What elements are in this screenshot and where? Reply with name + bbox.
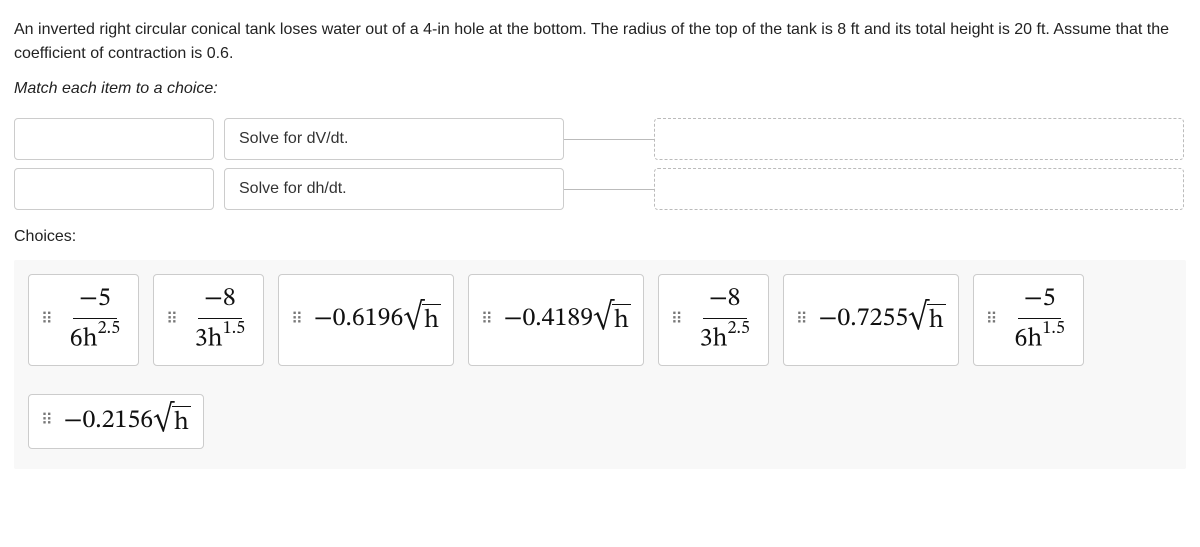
connector-line: [564, 189, 654, 190]
choice-math-sqrt: −0.4189√h: [504, 301, 631, 338]
choice-math-frac: −5 6h1.5: [1008, 283, 1070, 357]
answer-slot-1[interactable]: [14, 118, 214, 160]
choice-math-sqrt: −0.2156√h: [64, 403, 191, 440]
drop-target-1[interactable]: [654, 118, 1184, 160]
choice-math-sqrt: −0.7255√h: [819, 301, 946, 338]
match-row: Solve for dV/dt.: [14, 118, 1186, 160]
drag-handle-icon: [41, 417, 54, 425]
drag-handle-icon: [41, 316, 54, 324]
choice-card[interactable]: −8 3h2.5: [658, 274, 769, 366]
choices-row: −5 6h2.5 −8 3h1.5 −0.6196√h −0.: [28, 274, 1172, 463]
drag-handle-icon: [671, 316, 684, 324]
drop-target-2[interactable]: [654, 168, 1184, 210]
instruction-text: Match each item to a choice:: [14, 80, 1186, 98]
match-label-box: Solve for dV/dt.: [224, 118, 564, 160]
choice-card[interactable]: −8 3h1.5: [153, 274, 264, 366]
match-label: Solve for dh/dt.: [239, 180, 347, 198]
choice-math-frac: −8 3h1.5: [189, 283, 251, 357]
choices-container: −5 6h2.5 −8 3h1.5 −0.6196√h −0.: [14, 260, 1186, 469]
drag-handle-icon: [481, 316, 494, 324]
choice-card[interactable]: −0.2156√h: [28, 394, 204, 449]
match-label-box: Solve for dh/dt.: [224, 168, 564, 210]
drag-handle-icon: [796, 316, 809, 324]
match-area: Solve for dV/dt. Solve for dh/dt.: [14, 118, 1186, 210]
choice-math-sqrt: −0.6196√h: [314, 301, 441, 338]
match-label: Solve for dV/dt.: [239, 130, 348, 148]
choice-math-frac: −5 6h2.5: [64, 283, 126, 357]
drag-handle-icon: [986, 316, 999, 324]
match-row: Solve for dh/dt.: [14, 168, 1186, 210]
drag-handle-icon: [166, 316, 179, 324]
choice-card[interactable]: −0.6196√h: [278, 274, 454, 366]
drag-handle-icon: [291, 316, 304, 324]
answer-slot-2[interactable]: [14, 168, 214, 210]
choices-label: Choices:: [14, 228, 1186, 246]
connector-line: [564, 139, 654, 140]
choice-card[interactable]: −5 6h2.5: [28, 274, 139, 366]
choice-card[interactable]: −5 6h1.5: [973, 274, 1084, 366]
choice-card[interactable]: −0.4189√h: [468, 274, 644, 366]
problem-text: An inverted right circular conical tank …: [14, 18, 1186, 66]
choice-math-frac: −8 3h2.5: [694, 283, 756, 357]
choice-card[interactable]: −0.7255√h: [783, 274, 959, 366]
